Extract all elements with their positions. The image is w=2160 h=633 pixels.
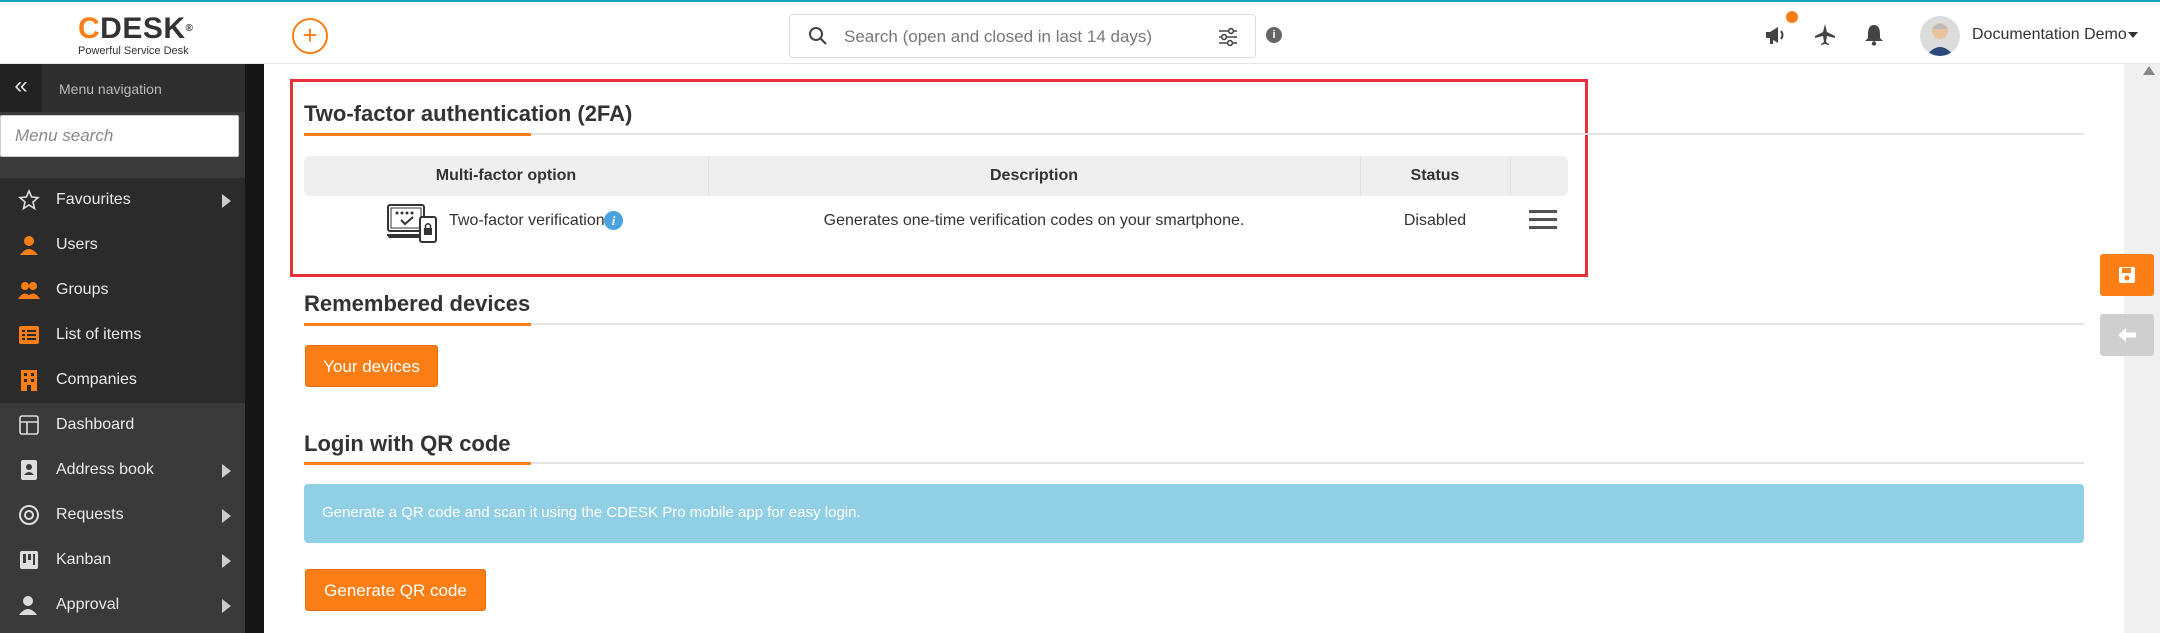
back-button[interactable] bbox=[2100, 314, 2154, 356]
sidebar: « Menu navigation Favourites Users Group… bbox=[0, 64, 245, 633]
logo-tagline: Powerful Service Desk bbox=[78, 45, 189, 57]
logo-text: CDESK® bbox=[78, 12, 194, 45]
qr-info-banner: Generate a QR code and scan it using the… bbox=[304, 484, 2084, 543]
sidebar-item-label: Approval bbox=[56, 596, 120, 613]
sidebar-item-label: Kanban bbox=[56, 551, 112, 568]
sidebar-item-label: Groups bbox=[56, 281, 109, 298]
sidebar-item-label: Requests bbox=[56, 506, 124, 523]
sidebar-item-groups[interactable]: Groups bbox=[0, 268, 245, 313]
sidebar-item-list-of-items[interactable]: List of items bbox=[0, 313, 245, 358]
info-icon[interactable]: i bbox=[1266, 27, 1282, 43]
column-header-description: Description bbox=[989, 167, 1078, 184]
tfa-section-title: Two-factor authentication (2FA) bbox=[304, 101, 633, 126]
notification-badge bbox=[1786, 11, 1798, 23]
sidebar-item-users[interactable]: Users bbox=[0, 223, 245, 268]
sidebar-item-label: Users bbox=[56, 236, 98, 253]
sidebar-item-label: Favourites bbox=[56, 191, 131, 208]
megaphone-icon[interactable] bbox=[1763, 22, 1789, 48]
user-icon bbox=[20, 236, 38, 255]
sidebar-item-requests[interactable]: Requests bbox=[0, 493, 245, 538]
user-name[interactable]: Documentation Demo bbox=[1972, 26, 2127, 44]
tfa-status: Disabled bbox=[1403, 212, 1467, 229]
filter-icon[interactable] bbox=[1217, 26, 1239, 48]
tfa-description: Generates one-time verification codes on… bbox=[823, 212, 1245, 229]
caret-right-icon bbox=[222, 464, 231, 478]
sidebar-item-kanban[interactable]: Kanban bbox=[0, 538, 245, 583]
logo[interactable]: CDESK® Powerful Service Desk bbox=[78, 12, 194, 58]
address-book-icon bbox=[21, 460, 37, 480]
kanban-icon bbox=[20, 551, 38, 569]
group-icon bbox=[18, 282, 40, 299]
save-button[interactable] bbox=[2100, 254, 2154, 296]
sidebar-item-dashboard[interactable]: Dashboard bbox=[0, 403, 245, 448]
search-input[interactable] bbox=[844, 25, 1184, 49]
sidebar-item-favourites[interactable]: Favourites bbox=[0, 178, 245, 223]
qr-section-title: Login with QR code bbox=[304, 431, 511, 456]
tfa-option-name: Two-factor verification bbox=[449, 212, 605, 229]
collapse-menu-icon[interactable]: « bbox=[0, 64, 42, 112]
remembered-section-divider bbox=[304, 323, 2084, 326]
qr-info-text: Generate a QR code and scan it using the… bbox=[322, 504, 861, 521]
top-header: CDESK® Powerful Service Desk + i Documen… bbox=[0, 0, 2160, 64]
sidebar-item-label: Dashboard bbox=[56, 416, 135, 433]
your-devices-button[interactable]: Your devices bbox=[305, 345, 438, 387]
add-icon[interactable]: + bbox=[292, 18, 328, 54]
column-header-option: Multi-factor option bbox=[435, 167, 577, 184]
sidebar-item-label: List of items bbox=[56, 326, 142, 343]
global-search[interactable] bbox=[789, 14, 1256, 58]
tfa-table-header: Multi-factor option Description Status bbox=[304, 156, 1568, 196]
sidebar-item-address-book[interactable]: Address book bbox=[0, 448, 245, 493]
caret-right-icon bbox=[222, 509, 231, 523]
bell-icon[interactable] bbox=[1861, 22, 1887, 48]
requests-icon bbox=[19, 505, 39, 525]
generate-qr-button[interactable]: Generate QR code bbox=[305, 569, 486, 611]
chevron-down-icon[interactable] bbox=[2128, 32, 2138, 38]
caret-right-icon bbox=[222, 194, 231, 208]
row-menu-icon[interactable] bbox=[1529, 210, 1557, 230]
sidebar-item-approval[interactable]: Approval bbox=[0, 583, 245, 628]
search-icon bbox=[809, 27, 827, 45]
column-separator bbox=[1510, 156, 1511, 196]
info-icon[interactable]: i bbox=[604, 211, 623, 230]
menu-navigation-bar: « Menu navigation bbox=[0, 64, 245, 112]
dashboard-icon bbox=[19, 415, 39, 435]
sidebar-item-label: Companies bbox=[56, 371, 137, 388]
arrow-left-icon bbox=[2118, 328, 2136, 342]
column-header-status: Status bbox=[1410, 167, 1460, 184]
sidebar-item-label: Address book bbox=[56, 461, 154, 478]
sidebar-item-companies[interactable]: Companies bbox=[0, 358, 245, 403]
remembered-section-title: Remembered devices bbox=[304, 291, 531, 316]
caret-right-icon bbox=[222, 599, 231, 613]
airplane-icon[interactable] bbox=[1812, 22, 1838, 48]
save-icon bbox=[2119, 267, 2135, 283]
list-icon bbox=[19, 326, 39, 344]
tfa-section-divider bbox=[304, 133, 2084, 136]
approval-icon bbox=[19, 596, 37, 615]
star-icon bbox=[18, 189, 40, 211]
sidebar-border bbox=[245, 64, 264, 633]
caret-right-icon bbox=[222, 554, 231, 568]
avatar[interactable] bbox=[1920, 16, 1960, 56]
menu-navigation-label: Menu navigation bbox=[59, 81, 162, 97]
menu-search-input[interactable] bbox=[0, 115, 239, 157]
building-icon bbox=[21, 370, 37, 391]
scroll-up-icon[interactable] bbox=[2143, 66, 2155, 75]
two-factor-device-icon bbox=[387, 204, 437, 243]
qr-section-divider bbox=[304, 462, 2084, 465]
